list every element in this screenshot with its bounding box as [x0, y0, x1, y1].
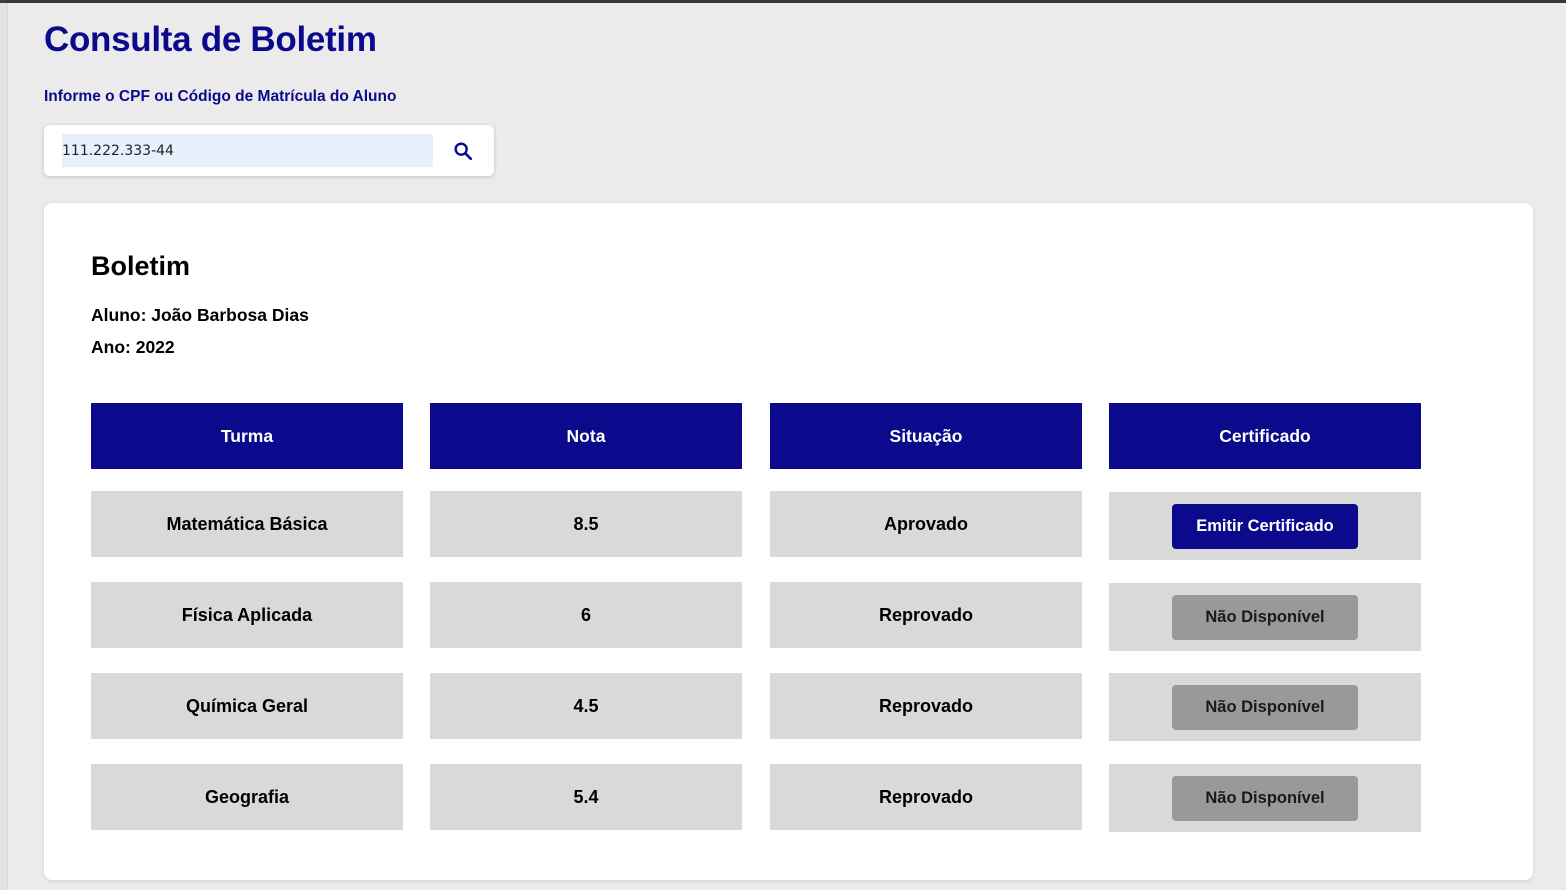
row-4-turma: Geografia — [91, 764, 403, 830]
row-4-nota: 5.4 — [430, 764, 742, 830]
row-4-situacao: Reprovado — [770, 764, 1082, 830]
emit-certificate-button[interactable]: Emitir Certificado — [1172, 503, 1358, 549]
search-input[interactable] — [62, 134, 433, 167]
page-title: Consulta de Boletim — [44, 20, 377, 59]
row-4-certificado-cell: Não Disponível — [1109, 764, 1421, 832]
row-2-situacao: Reprovado — [770, 582, 1082, 648]
left-edge — [0, 3, 8, 890]
row-1-situacao: Aprovado — [770, 491, 1082, 557]
unavailable-certificate-button: Não Disponível — [1172, 684, 1358, 730]
header-situacao: Situação — [770, 403, 1082, 469]
row-3-turma: Química Geral — [91, 673, 403, 739]
window-top-border — [0, 0, 1566, 3]
row-3-nota: 4.5 — [430, 673, 742, 739]
row-1-certificado-cell: Emitir Certificado — [1109, 492, 1421, 560]
unavailable-certificate-button: Não Disponível — [1172, 594, 1358, 640]
report-year: Ano: 2022 — [91, 337, 175, 357]
row-2-certificado-cell: Não Disponível — [1109, 583, 1421, 651]
header-certificado: Certificado — [1109, 403, 1421, 469]
row-1-nota: 8.5 — [430, 491, 742, 557]
row-2-nota: 6 — [430, 582, 742, 648]
row-3-situacao: Reprovado — [770, 673, 1082, 739]
row-2-turma: Física Aplicada — [91, 582, 403, 648]
search-label: Informe o CPF ou Código de Matrícula do … — [44, 88, 397, 105]
report-card: Boletim Aluno: João Barbosa Dias Ano: 20… — [44, 203, 1533, 880]
header-nota: Nota — [430, 403, 742, 469]
search-box — [44, 125, 494, 176]
row-3-certificado-cell: Não Disponível — [1109, 673, 1421, 741]
student-name: Aluno: João Barbosa Dias — [91, 305, 309, 325]
search-icon — [454, 142, 473, 161]
search-button[interactable] — [447, 135, 479, 167]
header-turma: Turma — [91, 403, 403, 469]
report-title: Boletim — [91, 251, 191, 281]
row-1-turma: Matemática Básica — [91, 491, 403, 557]
unavailable-certificate-button: Não Disponível — [1172, 775, 1358, 821]
